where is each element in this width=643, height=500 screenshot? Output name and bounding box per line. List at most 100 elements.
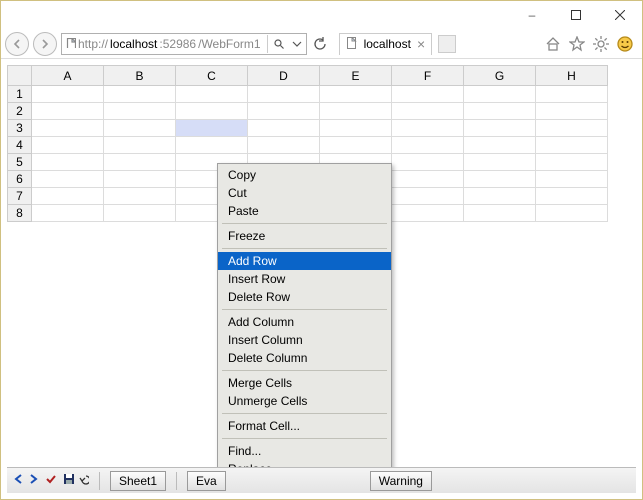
cell[interactable]: [392, 188, 464, 205]
cell[interactable]: [104, 154, 176, 171]
col-header[interactable]: E: [320, 66, 392, 86]
cell[interactable]: [392, 86, 464, 103]
save-button[interactable]: [63, 473, 75, 488]
maximize-button[interactable]: [554, 1, 598, 29]
row-header[interactable]: 4: [8, 137, 32, 154]
row-header[interactable]: 6: [8, 171, 32, 188]
cell[interactable]: [464, 205, 536, 222]
cell[interactable]: [464, 137, 536, 154]
cell[interactable]: [320, 86, 392, 103]
cell[interactable]: [536, 171, 608, 188]
undo-button[interactable]: [77, 473, 89, 488]
context-menu-item[interactable]: Delete Row: [218, 288, 391, 306]
col-header[interactable]: G: [464, 66, 536, 86]
address-bar[interactable]: http://localhost:52986/WebForm1: [61, 33, 307, 55]
tab-close-button[interactable]: ×: [417, 37, 425, 51]
cell[interactable]: [464, 154, 536, 171]
cell[interactable]: [464, 120, 536, 137]
col-header[interactable]: C: [176, 66, 248, 86]
cell[interactable]: [320, 103, 392, 120]
cell[interactable]: [536, 103, 608, 120]
context-menu-item[interactable]: Insert Column: [218, 331, 391, 349]
cell[interactable]: [32, 188, 104, 205]
cell[interactable]: [248, 86, 320, 103]
row-header[interactable]: 5: [8, 154, 32, 171]
col-header[interactable]: B: [104, 66, 176, 86]
cell[interactable]: [32, 137, 104, 154]
cell[interactable]: [248, 137, 320, 154]
cell[interactable]: [176, 137, 248, 154]
close-button[interactable]: [598, 1, 642, 29]
minimize-button[interactable]: –: [510, 1, 554, 29]
cell[interactable]: [536, 205, 608, 222]
cell[interactable]: [176, 103, 248, 120]
row-header[interactable]: 7: [8, 188, 32, 205]
new-tab-button[interactable]: [438, 35, 456, 53]
forward-button[interactable]: [33, 32, 57, 56]
row-header[interactable]: 2: [8, 103, 32, 120]
row-header[interactable]: 1: [8, 86, 32, 103]
col-header[interactable]: A: [32, 66, 104, 86]
context-menu-item[interactable]: Delete Column: [218, 349, 391, 367]
cell[interactable]: [104, 86, 176, 103]
select-all-corner[interactable]: [8, 66, 32, 86]
smiley-button[interactable]: [616, 35, 634, 53]
col-header[interactable]: H: [536, 66, 608, 86]
cell[interactable]: [104, 171, 176, 188]
cell[interactable]: [392, 205, 464, 222]
warning-button[interactable]: Warning: [370, 471, 432, 491]
cell[interactable]: [536, 154, 608, 171]
sheet-tab[interactable]: Sheet1: [110, 471, 166, 491]
cell[interactable]: [104, 120, 176, 137]
cell[interactable]: [32, 120, 104, 137]
cell[interactable]: [248, 120, 320, 137]
cell[interactable]: [392, 137, 464, 154]
cell[interactable]: [32, 205, 104, 222]
cell[interactable]: [536, 137, 608, 154]
cell[interactable]: [392, 103, 464, 120]
row-header[interactable]: 3: [8, 120, 32, 137]
context-menu-item[interactable]: Paste: [218, 202, 391, 220]
cell[interactable]: [32, 154, 104, 171]
favorites-button[interactable]: [568, 35, 586, 53]
cell[interactable]: [320, 137, 392, 154]
cell[interactable]: [104, 103, 176, 120]
cell[interactable]: [392, 120, 464, 137]
context-menu-item[interactable]: Add Column: [218, 313, 391, 331]
context-menu-item[interactable]: Cut: [218, 184, 391, 202]
context-menu-item[interactable]: Freeze: [218, 227, 391, 245]
cell[interactable]: [176, 86, 248, 103]
cell[interactable]: [464, 171, 536, 188]
next-sheet-button[interactable]: [27, 473, 39, 488]
cell[interactable]: [32, 86, 104, 103]
cell[interactable]: [392, 154, 464, 171]
address-dropdown[interactable]: [288, 39, 306, 49]
settings-button[interactable]: [592, 35, 610, 53]
cell[interactable]: [32, 171, 104, 188]
evaluate-button[interactable]: Eva: [187, 471, 226, 491]
prev-sheet-button[interactable]: [13, 473, 25, 488]
context-menu-item[interactable]: Copy: [218, 166, 391, 184]
context-menu-item[interactable]: Format Cell...: [218, 417, 391, 435]
cell-selected[interactable]: [176, 120, 248, 137]
back-button[interactable]: [5, 32, 29, 56]
context-menu-item[interactable]: Find...: [218, 442, 391, 460]
context-menu-item[interactable]: Insert Row: [218, 270, 391, 288]
context-menu-item[interactable]: Merge Cells: [218, 374, 391, 392]
refresh-button[interactable]: [311, 37, 329, 51]
home-button[interactable]: [544, 35, 562, 53]
cell[interactable]: [32, 103, 104, 120]
cell[interactable]: [104, 205, 176, 222]
cell[interactable]: [464, 103, 536, 120]
search-button[interactable]: [270, 39, 288, 49]
cell[interactable]: [464, 188, 536, 205]
cell[interactable]: [536, 86, 608, 103]
cell[interactable]: [536, 188, 608, 205]
row-header[interactable]: 8: [8, 205, 32, 222]
cell[interactable]: [104, 188, 176, 205]
cell[interactable]: [248, 103, 320, 120]
cell[interactable]: [320, 120, 392, 137]
cell[interactable]: [392, 171, 464, 188]
cell[interactable]: [104, 137, 176, 154]
cell[interactable]: [464, 86, 536, 103]
